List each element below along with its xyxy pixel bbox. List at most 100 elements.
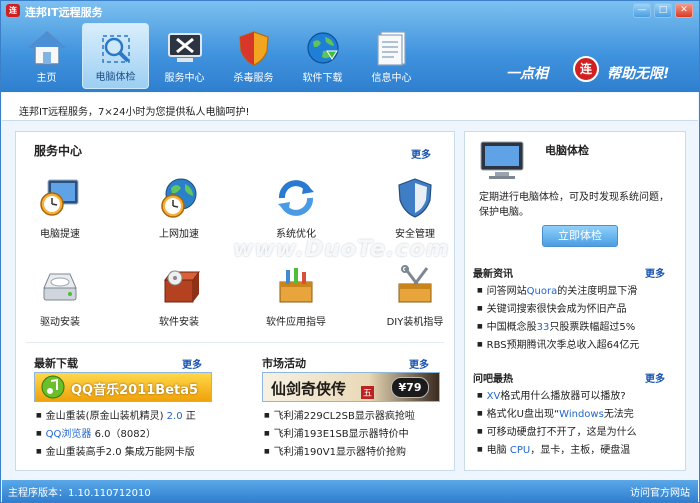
- main-toolbar: 主页 电脑体检 服务中心 杀毒服务 软件下载 信息中心: [13, 23, 427, 89]
- service-pc-speedup[interactable]: 电脑提速: [20, 176, 100, 240]
- list-item[interactable]: 问答网站Quora的关注度明显下滑: [477, 282, 639, 300]
- app-window: 连 连邦IT远程服务 — □ ✕ 主页 电脑体检 服务中心 杀毒服务 软件下载 …: [0, 0, 700, 503]
- app-logo-icon: 连: [6, 4, 20, 17]
- check-now-button[interactable]: 立即体检: [542, 225, 618, 247]
- status-bar: 主程序版本：1.10.110712010 访问官方网站: [2, 480, 698, 502]
- service-label: 软件应用指导: [266, 317, 326, 328]
- slogan-left: 一点相: [506, 66, 548, 82]
- service-app-guide[interactable]: 软件应用指导: [256, 264, 336, 328]
- service-label: 软件安装: [159, 317, 199, 328]
- list-item[interactable]: RBS预期腾讯次季总收入超64亿元: [477, 336, 640, 354]
- tab-pc-checkup[interactable]: 电脑体检: [82, 23, 149, 89]
- magnifier-icon: [96, 29, 136, 69]
- list-item[interactable]: 可移动硬盘打不开了，这是为什么: [477, 423, 637, 441]
- tab-label: 信息中心: [371, 73, 412, 84]
- list-item[interactable]: QQ浏览器 6.0（8082）: [36, 425, 196, 443]
- news-list: 问答网站Quora的关注度明显下滑 关键词搜索很快会成为怀旧产品 中国概念股33…: [477, 282, 640, 354]
- qq-music-banner[interactable]: QQ音乐2011Beta5: [34, 372, 212, 402]
- checkup-title: 电脑体检: [545, 144, 589, 157]
- tab-info-center[interactable]: 信息中心: [358, 23, 425, 89]
- service-center-title: 服务中心: [34, 144, 83, 158]
- monitor-icon: [479, 140, 525, 183]
- music-note-icon: [41, 375, 65, 399]
- brand-logo-icon: 连: [573, 56, 599, 82]
- service-more-link[interactable]: 更多: [411, 146, 431, 161]
- tab-label: 主页: [36, 73, 57, 84]
- clock-monitor-icon: [38, 176, 82, 220]
- list-item[interactable]: XV格式用什么播放器可以播放?: [477, 387, 637, 405]
- visit-website-link[interactable]: 访问官方网站: [630, 484, 690, 499]
- downloads-list: 金山重装(原金山装机精灵) 2.0 正 QQ浏览器 6.0（8082） 金山重装…: [36, 407, 196, 461]
- news-title: 最新资讯: [473, 269, 513, 280]
- banner-tag: 五: [361, 386, 375, 399]
- tab-antivirus[interactable]: 杀毒服务: [220, 23, 287, 89]
- shield-icon: [393, 176, 437, 220]
- tab-home[interactable]: 主页: [13, 23, 80, 89]
- price-badge: ¥79: [391, 377, 429, 398]
- watermark: www.DuoTe.com: [233, 237, 450, 262]
- downloads-title: 最新下载: [34, 357, 78, 370]
- notice-bar: 连邦IT远程服务，7×24小时为您提供私人电脑呵护!: [2, 93, 698, 121]
- shield-icon: [234, 28, 274, 68]
- service-label: 驱动安装: [40, 317, 80, 328]
- toolbox-icon: [274, 264, 318, 308]
- service-label: 电脑提速: [40, 229, 80, 240]
- service-label: DIY装机指导: [386, 317, 444, 328]
- globe-clock-icon: [157, 176, 201, 220]
- list-item[interactable]: 中国概念股33只股票跌幅超过5%: [477, 318, 639, 336]
- list-item[interactable]: 金山重装高手2.0 集成万能网卡版: [36, 443, 196, 461]
- list-item[interactable]: 金山重装(原金山装机精灵) 2.0 正: [36, 407, 196, 425]
- section-divider: [26, 342, 444, 343]
- service-driver-install[interactable]: 驱动安装: [20, 264, 100, 328]
- faq-list: XV格式用什么播放器可以播放? 格式化U盘出现“Windows无法完 可移动硬盘…: [477, 387, 637, 459]
- service-network-speedup[interactable]: 上网加速: [139, 176, 219, 240]
- list-item[interactable]: 飞利浦193E1SB显示器特价中: [264, 425, 415, 443]
- list-item[interactable]: 格式化U盘出现“Windows无法完: [477, 405, 637, 423]
- slogan-right: 帮助无限!: [607, 66, 670, 82]
- refresh-icon: [274, 176, 318, 220]
- tab-label: 服务中心: [164, 73, 205, 84]
- document-icon: [372, 28, 412, 68]
- market-title: 市场活动: [262, 357, 306, 370]
- service-software-install[interactable]: 软件安装: [139, 264, 219, 328]
- news-more-link[interactable]: 更多: [645, 265, 665, 280]
- maximize-button[interactable]: □: [654, 3, 672, 18]
- market-list: 飞利浦229CL2SB显示器疯抢啦 飞利浦193E1SB显示器特价中 飞利浦19…: [264, 407, 415, 461]
- minimize-button[interactable]: —: [633, 3, 651, 18]
- tab-label: 电脑体检: [95, 72, 136, 83]
- banner-title: 仙剑奇侠传: [271, 380, 347, 398]
- banner-text: QQ音乐2011Beta5: [71, 383, 199, 398]
- list-item[interactable]: 电脑 CPU，显卡，主板，硬盘温: [477, 441, 637, 459]
- service-security[interactable]: 安全管理: [375, 176, 455, 240]
- close-button[interactable]: ✕: [675, 3, 693, 18]
- list-item[interactable]: 飞利浦190V1显示器特价抢购: [264, 443, 415, 461]
- service-system-optimize[interactable]: 系统优化: [256, 176, 336, 240]
- downloads-more-link[interactable]: 更多: [182, 356, 202, 371]
- tab-service-center[interactable]: 服务中心: [151, 23, 218, 89]
- service-label: 上网加速: [159, 229, 199, 240]
- list-item[interactable]: 关键词搜索很快会成为怀旧产品: [477, 300, 639, 318]
- list-item[interactable]: 飞利浦229CL2SB显示器疯抢啦: [264, 407, 415, 425]
- tab-label: 杀毒服务: [233, 73, 274, 84]
- tools-monitor-icon: [165, 28, 205, 68]
- tab-software-download[interactable]: 软件下载: [289, 23, 356, 89]
- xianjian-banner[interactable]: 仙剑奇侠传 五 ¥79: [262, 372, 440, 402]
- window-controls: — □ ✕: [633, 3, 693, 18]
- checkup-desc: 定期进行电脑体检，可及时发现系统问题，保护电脑。: [479, 192, 669, 218]
- home-icon: [27, 28, 67, 68]
- box-install-icon: [157, 264, 201, 308]
- window-title: 连邦IT远程服务: [25, 6, 103, 19]
- drive-icon: [38, 264, 82, 308]
- globe-download-icon: [303, 28, 343, 68]
- side-panel: 电脑体检 定期进行电脑体检，可及时发现系统问题，保护电脑。 立即体检 最新资讯 …: [464, 131, 686, 471]
- service-diy-guide[interactable]: DIY装机指导: [375, 264, 455, 328]
- faq-title: 问吧最热: [473, 374, 513, 385]
- market-more-link[interactable]: 更多: [409, 356, 429, 371]
- tab-label: 软件下载: [302, 73, 343, 84]
- title-bar: 连 连邦IT远程服务 — □ ✕: [1, 1, 699, 21]
- diy-tools-icon: [393, 264, 437, 308]
- version-text: 主程序版本：1.10.110712010: [8, 488, 151, 499]
- main-panel: 服务中心 更多 电脑提速 上网加速 系统优化 安全管理 驱动安装 软件安装 软件…: [15, 131, 455, 471]
- faq-more-link[interactable]: 更多: [645, 370, 665, 385]
- header: 连 连邦IT远程服务 — □ ✕ 主页 电脑体检 服务中心 杀毒服务 软件下载 …: [1, 1, 699, 92]
